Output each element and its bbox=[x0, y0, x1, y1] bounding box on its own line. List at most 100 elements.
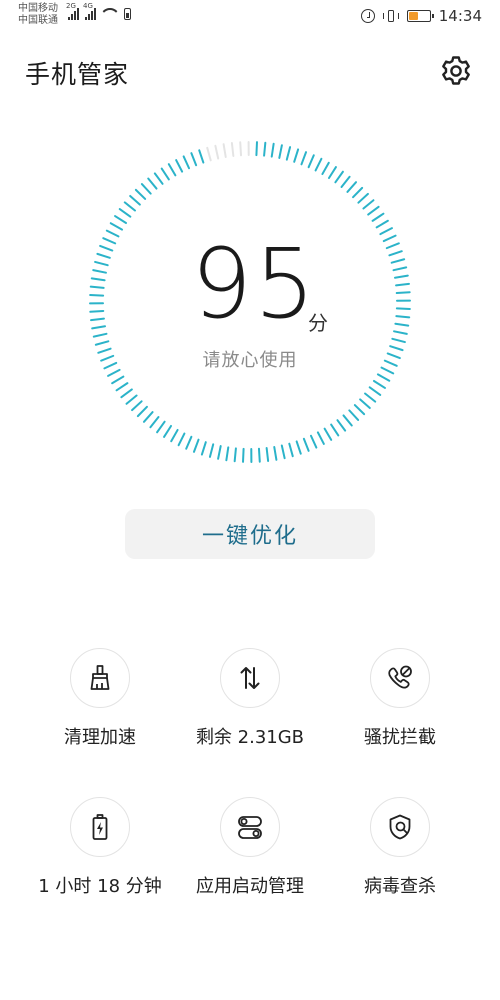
tool-label: 清理加速 bbox=[64, 727, 136, 748]
ring-tick-active bbox=[115, 382, 129, 392]
carrier-1-label: 中国移动 bbox=[18, 3, 58, 14]
sim-battery-icon bbox=[124, 8, 131, 20]
ring-tick-active bbox=[336, 419, 347, 432]
tool-icon-circle bbox=[220, 797, 280, 857]
ring-tick-active bbox=[323, 427, 333, 441]
tool-icon-circle bbox=[370, 648, 430, 708]
ring-tick-active bbox=[175, 159, 184, 173]
tool-battery[interactable]: 1 小时 18 分钟 bbox=[25, 797, 175, 898]
battery-icon bbox=[406, 10, 434, 22]
ring-tick-active bbox=[393, 330, 408, 335]
ring-tick-active bbox=[90, 277, 106, 282]
ring-tick-active bbox=[92, 269, 107, 274]
tool-icon-circle bbox=[220, 648, 280, 708]
signal-group: 2G 4G bbox=[66, 2, 131, 20]
ring-tick-active bbox=[385, 242, 400, 250]
ring-tick-active bbox=[147, 177, 158, 190]
blocked-call-icon bbox=[388, 665, 412, 689]
ring-tick-active bbox=[278, 144, 283, 159]
alarm-icon bbox=[360, 9, 375, 23]
transfer-arrows-icon bbox=[240, 667, 260, 689]
carrier-info: 中国移动 中国联通 bbox=[18, 3, 58, 27]
ring-tick-active bbox=[94, 260, 109, 267]
ring-tick-active bbox=[190, 152, 198, 167]
ring-tick-active bbox=[273, 445, 278, 461]
ring-tick-active bbox=[334, 170, 344, 184]
tool-label: 剩余 2.31GB bbox=[195, 727, 305, 748]
carrier-2-label: 中国联通 bbox=[18, 15, 58, 26]
ring-tick-active bbox=[395, 315, 411, 319]
ring-tick-active bbox=[371, 212, 385, 222]
ring-tick-active bbox=[348, 409, 360, 421]
ring-tick-active bbox=[94, 340, 110, 346]
broom-icon bbox=[90, 665, 110, 690]
ring-tick-active bbox=[368, 386, 382, 396]
ring-tick-active bbox=[392, 266, 408, 272]
ring-tick-active bbox=[395, 307, 411, 310]
ring-tick-active bbox=[102, 237, 117, 245]
ring-tick-active bbox=[177, 432, 186, 447]
ring-tick-active bbox=[321, 161, 330, 176]
signal-icon: 4G bbox=[83, 2, 96, 20]
signal-icon: 2G bbox=[66, 2, 79, 20]
ring-tick-active bbox=[233, 447, 237, 463]
tool-storage[interactable]: 剩余 2.31GB bbox=[175, 648, 325, 749]
ring-tick-active bbox=[149, 416, 160, 429]
ring-tick-active bbox=[285, 146, 292, 161]
ring-tick-active bbox=[105, 229, 120, 238]
tool-virus-scan[interactable]: 病毒查杀 bbox=[325, 797, 475, 898]
ring-tick-active bbox=[92, 332, 108, 338]
ring-tick-active bbox=[125, 394, 138, 405]
ring-tick-active bbox=[393, 274, 409, 279]
ring-tick-active bbox=[390, 258, 406, 264]
tool-label: 1 小时 18 分钟 bbox=[38, 876, 162, 897]
ring-tick-active bbox=[330, 423, 340, 437]
ring-tick-active bbox=[89, 309, 105, 313]
ring-tick-active bbox=[353, 404, 366, 416]
ring-tick-active bbox=[362, 199, 375, 210]
ring-tick-active bbox=[156, 420, 166, 434]
ring-tick-active bbox=[265, 447, 270, 462]
page-title: 手机管家 bbox=[25, 60, 130, 89]
one-click-optimize-button[interactable]: 一键优化 bbox=[125, 509, 375, 559]
clock: 14:34 bbox=[438, 7, 482, 25]
ring-tick-active bbox=[280, 444, 286, 460]
ring-tick-active bbox=[140, 183, 152, 195]
ring-tick-active bbox=[376, 373, 391, 382]
ring-tick-active bbox=[185, 435, 193, 450]
ring-tick-active bbox=[295, 440, 302, 455]
tool-harassment-block[interactable]: 骚扰拦截 bbox=[325, 648, 475, 749]
tool-app-launch[interactable]: 应用启动管理 bbox=[175, 797, 325, 898]
ring-tick-active bbox=[136, 405, 148, 418]
ring-tick-active bbox=[96, 252, 111, 259]
ring-tick-active bbox=[391, 337, 406, 344]
tool-icon-circle bbox=[70, 648, 130, 708]
tool-cleanup[interactable]: 清理加速 bbox=[25, 648, 175, 749]
ring-tick-active bbox=[382, 234, 397, 243]
ring-tick-inactive bbox=[230, 142, 235, 157]
tool-icon-circle bbox=[70, 797, 130, 857]
ring-tick-active bbox=[217, 445, 222, 460]
ring-tick-active bbox=[163, 424, 173, 438]
ring-tick-active bbox=[129, 194, 141, 206]
ring-tick-active bbox=[182, 155, 191, 170]
ring-tick-active bbox=[293, 148, 300, 163]
ring-tick-active bbox=[340, 175, 351, 188]
ring-tick-inactive bbox=[222, 143, 227, 159]
ring-tick-active bbox=[288, 442, 294, 458]
ring-tick-inactive bbox=[239, 141, 243, 157]
ring-tick-active bbox=[263, 141, 267, 157]
vibrate-icon bbox=[382, 9, 399, 23]
tool-label: 病毒查杀 bbox=[364, 876, 436, 897]
ring-tick-active bbox=[372, 379, 386, 389]
ring-tick-active bbox=[255, 141, 258, 157]
ring-tick-active bbox=[89, 294, 105, 297]
tool-label: 应用启动管理 bbox=[196, 876, 304, 897]
ring-tick-active bbox=[302, 437, 310, 452]
ring-tick-active bbox=[123, 201, 136, 212]
sim1-network-label: 2G bbox=[66, 2, 76, 10]
ring-tick-active bbox=[314, 157, 323, 172]
ring-tick-active bbox=[192, 438, 200, 453]
ring-tick-active bbox=[134, 188, 147, 200]
settings-button[interactable] bbox=[438, 53, 474, 89]
